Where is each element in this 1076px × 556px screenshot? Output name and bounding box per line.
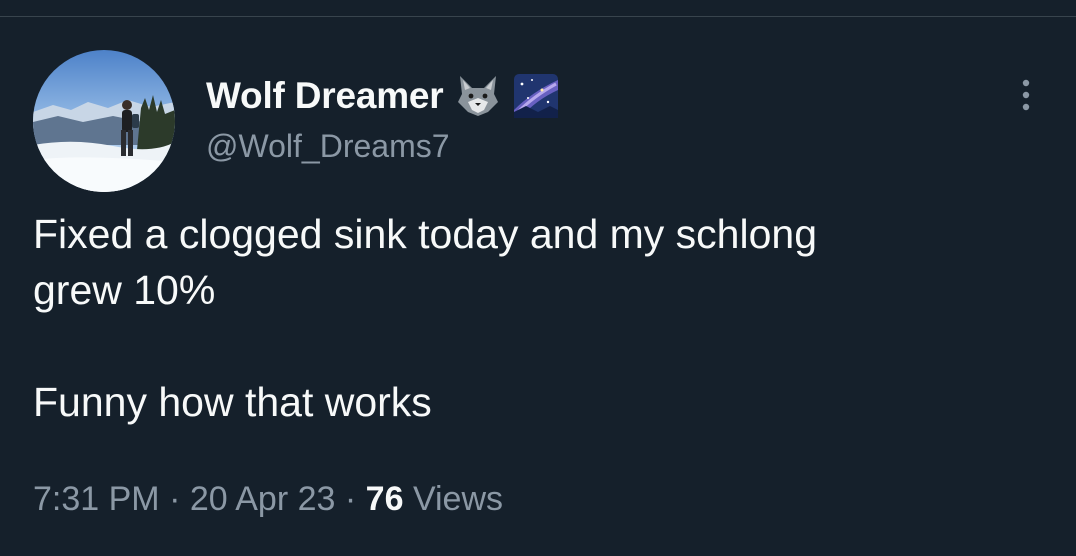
more-vertical-icon xyxy=(1022,79,1030,111)
author-block: Wolf Dreamer xyxy=(206,70,560,126)
tweet-date[interactable]: 20 Apr 23 xyxy=(190,480,336,518)
milky-way-emoji-icon xyxy=(512,72,560,120)
wolf-emoji-icon xyxy=(454,72,502,120)
author-handle[interactable]: @Wolf_Dreams7 xyxy=(206,128,450,165)
views-label: Views xyxy=(412,480,504,518)
more-options-button[interactable] xyxy=(1006,70,1046,120)
top-divider xyxy=(0,16,1076,17)
meta-separator: · xyxy=(169,480,181,518)
meta-separator: · xyxy=(344,480,357,518)
tweet-time[interactable]: 7:31 PM xyxy=(33,480,160,518)
avatar[interactable] xyxy=(33,50,175,192)
avatar-image xyxy=(33,50,175,192)
tweet-text: Fixed a clogged sink today and my schlon… xyxy=(33,211,818,425)
name-row: Wolf Dreamer xyxy=(206,70,560,122)
display-name[interactable]: Wolf Dreamer xyxy=(206,75,444,117)
views-count[interactable]: 76 xyxy=(366,480,404,518)
tweet-meta: 7:31 PM · 20 Apr 23 · 76 Views xyxy=(33,480,503,519)
